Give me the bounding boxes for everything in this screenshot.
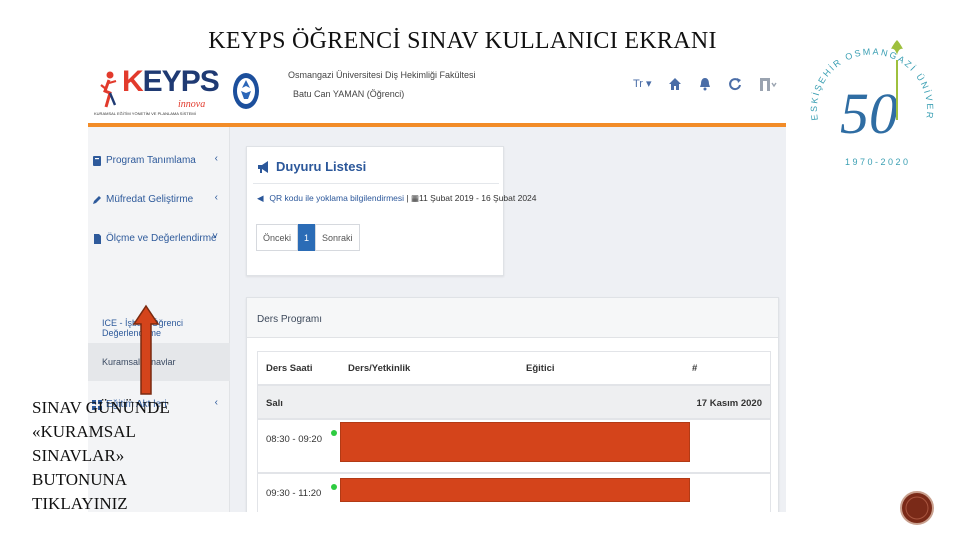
arrow-up-icon <box>132 304 160 395</box>
announcement-date: | ▦11 Şubat 2019 - 16 Şubat 2024 <box>406 193 537 203</box>
sidebar-item-label: Müfredat Geliştirme <box>106 194 194 205</box>
announcement-card: Duyuru Listesi ◀ QR kodu ile yoklama bil… <box>246 146 537 276</box>
faculty-name: Osmangazi Üniversitesi Diş Hekimliği Fak… <box>288 70 476 80</box>
home-icon[interactable] <box>668 77 682 91</box>
instruction-text: SINAV GÜNÜNDE «KURAMSAL SINAVLAR» BUTONU… <box>32 398 170 513</box>
next-page-button[interactable]: Sonraki <box>315 224 360 251</box>
runner-icon <box>100 71 117 108</box>
logo-tagline: KURAMSAL EĞİTİM YÖNETİM VE PLANLAMA SİST… <box>94 111 196 116</box>
redacted-block <box>340 478 690 502</box>
anniversary-number: 50 <box>840 81 898 146</box>
user-menu-icon[interactable] <box>758 77 778 91</box>
megaphone-icon <box>258 160 268 173</box>
day-row: Salı 17 Kasım 2020 <box>257 385 771 419</box>
table-header-row: Ders Saati Ders/Yetkinlik Eğitici # <box>257 351 771 385</box>
logo-subtitle: innova <box>178 99 206 110</box>
pencil-icon <box>93 195 101 204</box>
current-page-button[interactable]: 1 <box>298 224 316 251</box>
chevron-left-icon: ‹ <box>214 153 218 164</box>
refresh-icon[interactable] <box>728 77 742 91</box>
chevron-down-icon: ˅ <box>212 231 218 242</box>
book-icon <box>93 155 101 166</box>
day-date: 17 Kasım 2020 <box>696 398 763 409</box>
document-icon <box>94 233 101 244</box>
status-dot <box>331 484 337 490</box>
status-dot <box>331 430 337 436</box>
day-label: Salı <box>266 398 283 409</box>
logo-text: KEYPS <box>122 65 220 98</box>
announcement-link[interactable]: QR kodu ile yoklama bilgilendirmesi <box>269 193 404 203</box>
announcement-title: Duyuru Listesi <box>257 159 366 174</box>
page-badge <box>900 491 934 525</box>
sidebar-item-label: Ölçme ve Değerlendirme <box>106 233 217 244</box>
column-header: # <box>692 363 698 374</box>
sidebar-item-label: Program Tanımlama <box>106 155 196 166</box>
keyps-logo[interactable]: KEYPS innova KURAMSAL EĞİTİM YÖNETİM VE … <box>88 65 228 123</box>
language-selector[interactable]: Tr ▾ <box>633 77 652 90</box>
column-header: Ders Saati <box>266 363 313 374</box>
faculty-emblem-icon <box>233 73 259 109</box>
sidebar-item-olcme[interactable]: Ölçme ve Değerlendirme ˅ <box>88 219 230 258</box>
chevron-left-icon: ‹ <box>214 397 218 408</box>
redacted-block <box>340 422 690 462</box>
megaphone-icon: ◀ <box>257 193 264 203</box>
schedule-title: Ders Programı <box>257 314 323 325</box>
slot-time: 09:30 - 11:20 <box>266 488 322 499</box>
slot-time: 08:30 - 09:20 <box>266 434 322 445</box>
user-name: Batu Can YAMAN (Öğrenci) <box>293 89 405 99</box>
bell-icon[interactable] <box>698 77 712 91</box>
sidebar-item-mufredat[interactable]: Müfredat Geliştirme ‹ <box>88 180 230 219</box>
chevron-left-icon: ‹ <box>214 192 218 203</box>
pagination: Önceki 1 Sonraki <box>256 224 360 251</box>
university-years: 1970-2020 <box>845 157 911 167</box>
divider <box>253 183 499 184</box>
table-row[interactable]: 08:30 - 09:20 <box>257 419 771 473</box>
university-logo: ESKİŞEHİR OSMANGAZİ ÜNİVERSİTESİ 1970-20… <box>800 25 933 167</box>
schedule-header: Ders Programı <box>247 298 778 338</box>
top-bar: KEYPS innova KURAMSAL EĞİTİM YÖNETİM VE … <box>88 65 786 123</box>
slide-title: KEYPS ÖĞRENCİ SINAV KULLANICI EKRANI <box>208 28 717 54</box>
column-header: Eğitici <box>526 363 555 374</box>
prev-page-button[interactable]: Önceki <box>256 224 299 251</box>
column-header: Ders/Yetkinlik <box>348 363 411 374</box>
table-row[interactable]: 09:30 - 11:20 <box>257 473 771 512</box>
announcement-item[interactable]: ◀ QR kodu ile yoklama bilgilendirmesi | … <box>257 193 537 204</box>
sidebar-item-program[interactable]: Program Tanımlama ‹ <box>88 141 230 180</box>
schedule-card: Ders Programı Ders Saati Ders/Yetkinlik … <box>246 297 779 512</box>
